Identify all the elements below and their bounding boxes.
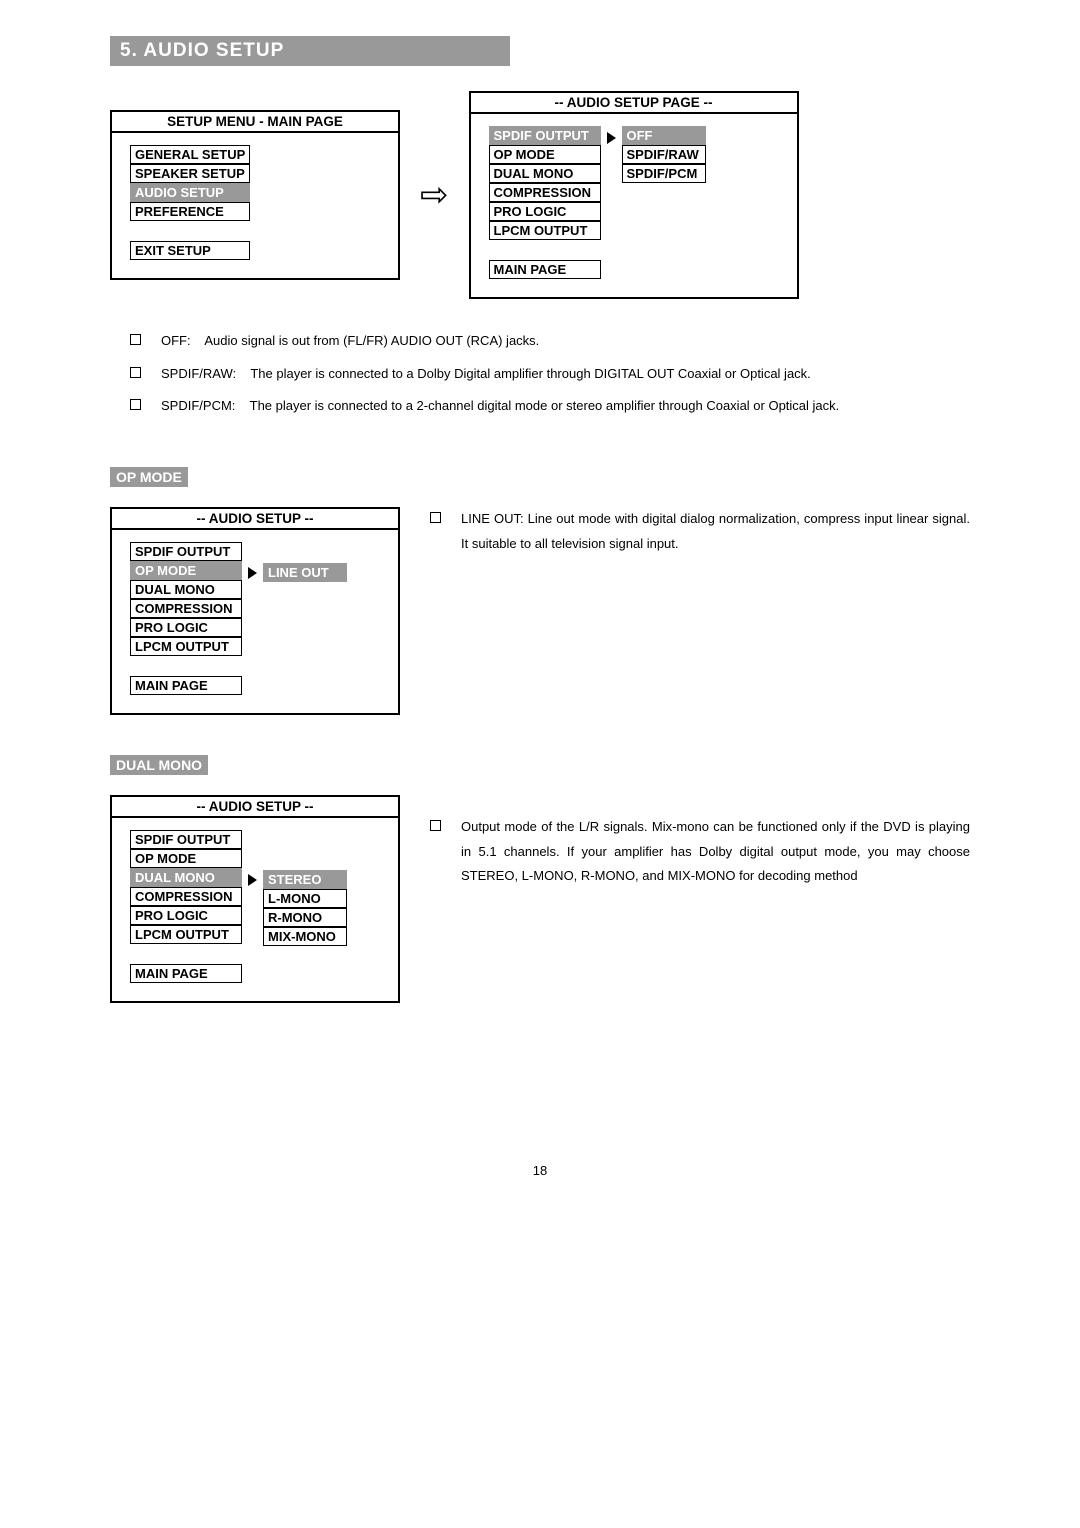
dm-value-rmono[interactable]: R-MONO [263,908,347,927]
dm-item-dualmono[interactable]: DUAL MONO [130,868,242,887]
dualmono-row: -- AUDIO SETUP -- SPDIF OUTPUT OP MODE D… [110,795,970,1003]
bullet-off: OFF: Audio signal is out from (FL/FR) AU… [130,329,970,354]
opmode-desc-row: LINE OUT: Line out mode with digital dia… [430,507,970,556]
opmode-heading: OP MODE [110,467,188,487]
dm-value-mixmono[interactable]: MIX-MONO [263,927,347,946]
dm-value-stereo[interactable]: STEREO [263,870,347,889]
op-item-prologic[interactable]: PRO LOGIC [130,618,242,637]
bullet-raw-label: SPDIF/RAW: [161,366,236,381]
bullet-pcm: SPDIF/PCM: The player is connected to a … [130,394,970,419]
dualmono-box-title: -- AUDIO SETUP -- [112,797,398,818]
value-spdif-pcm[interactable]: SPDIF/PCM [622,164,706,183]
audio-item-spdif[interactable]: SPDIF OUTPUT [489,126,601,145]
pointer-column [607,128,616,279]
op-item-spdif[interactable]: SPDIF OUTPUT [130,542,242,561]
triangle-right-icon [248,874,257,886]
bullet-pcm-label: SPDIF/PCM: [161,398,235,413]
checkbox-icon [130,367,141,378]
opmode-box-title: -- AUDIO SETUP -- [112,509,398,530]
bullet-raw: SPDIF/RAW: The player is connected to a … [130,362,970,387]
dm-item-spdif[interactable]: SPDIF OUTPUT [130,830,242,849]
bullet-off-label: OFF: [161,333,191,348]
audio-item-lpcm[interactable]: LPCM OUTPUT [489,221,601,240]
value-spdif-raw[interactable]: SPDIF/RAW [622,145,706,164]
audio-item-opmode[interactable]: OP MODE [489,145,601,164]
setup-to-audio-row: SETUP MENU - MAIN PAGE GENERAL SETUP SPE… [110,91,970,299]
pointer-column [248,870,257,983]
op-item-lpcm[interactable]: LPCM OUTPUT [130,637,242,656]
dm-value-lmono[interactable]: L-MONO [263,889,347,908]
opmode-box: -- AUDIO SETUP -- SPDIF OUTPUT OP MODE D… [110,507,400,715]
dualmono-desc: Output mode of the L/R signals. Mix-mono… [461,815,970,889]
menu-item-preference[interactable]: PREFERENCE [130,202,250,221]
bullet-pcm-text: The player is connected to a 2-channel d… [250,398,840,413]
dualmono-desc-row: Output mode of the L/R signals. Mix-mono… [430,815,970,889]
opmode-value-lineout[interactable]: LINE OUT [263,563,347,582]
bullet-off-text: Audio signal is out from (FL/FR) AUDIO O… [204,333,539,348]
dm-item-compression[interactable]: COMPRESSION [130,887,242,906]
section-header: 5. AUDIO SETUP [110,36,510,66]
op-item-opmode[interactable]: OP MODE [130,561,242,580]
checkbox-icon [430,820,441,831]
pointer-column [248,563,257,695]
bullet-raw-text: The player is connected to a Dolby Digit… [250,366,810,381]
op-item-compression[interactable]: COMPRESSION [130,599,242,618]
op-item-mainpage[interactable]: MAIN PAGE [130,676,242,695]
opmode-desc: LINE OUT: Line out mode with digital dia… [461,507,970,556]
checkbox-icon [430,512,441,523]
menu-item-speaker[interactable]: SPEAKER SETUP [130,164,250,183]
dm-item-lpcm[interactable]: LPCM OUTPUT [130,925,242,944]
op-item-dualmono[interactable]: DUAL MONO [130,580,242,599]
audio-item-prologic[interactable]: PRO LOGIC [489,202,601,221]
setup-menu-box: SETUP MENU - MAIN PAGE GENERAL SETUP SPE… [110,110,400,280]
triangle-right-icon [607,132,616,144]
checkbox-icon [130,334,141,345]
dm-item-prologic[interactable]: PRO LOGIC [130,906,242,925]
dm-item-opmode[interactable]: OP MODE [130,849,242,868]
menu-item-audio[interactable]: AUDIO SETUP [130,183,250,202]
arrow-right-icon: ⇨ [420,178,449,212]
spdif-bullet-list: OFF: Audio signal is out from (FL/FR) AU… [130,329,970,419]
triangle-right-icon [248,567,257,579]
audio-item-mainpage[interactable]: MAIN PAGE [489,260,601,279]
menu-item-general[interactable]: GENERAL SETUP [130,145,250,164]
checkbox-icon [130,399,141,410]
value-off[interactable]: OFF [622,126,706,145]
audio-item-dualmono[interactable]: DUAL MONO [489,164,601,183]
setup-menu-title: SETUP MENU - MAIN PAGE [112,112,398,133]
page-number: 18 [110,1163,970,1178]
audio-item-compression[interactable]: COMPRESSION [489,183,601,202]
dualmono-heading: DUAL MONO [110,755,208,775]
audio-page-title: -- AUDIO SETUP PAGE -- [471,93,797,114]
dualmono-box: -- AUDIO SETUP -- SPDIF OUTPUT OP MODE D… [110,795,400,1003]
menu-item-exit[interactable]: EXIT SETUP [130,241,250,260]
audio-setup-page-box: -- AUDIO SETUP PAGE -- SPDIF OUTPUT OP M… [469,91,799,299]
opmode-row: -- AUDIO SETUP -- SPDIF OUTPUT OP MODE D… [110,507,970,715]
dm-item-mainpage[interactable]: MAIN PAGE [130,964,242,983]
